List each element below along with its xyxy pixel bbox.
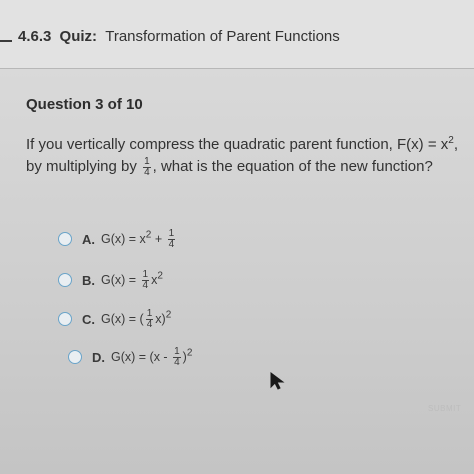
quiz-title: 4.6.3 Quiz: Transformation of Parent Fun… [18,28,340,45]
choice-expression: G(x) = x2 + 14 [101,227,176,250]
radio-b[interactable] [58,273,72,287]
choice-letter: A. [82,231,95,247]
choice-expression: G(x) = 1 4 x2 [101,268,163,291]
choice-a[interactable]: A. G(x) = x2 + 14 [58,227,177,251]
radio-c[interactable] [58,312,72,326]
radio-d[interactable] [68,350,82,364]
quiz-header-bar: 4.6.3 Quiz: Transformation of Parent Fun… [0,0,474,69]
quiz-code: 4.6.3 [18,28,52,45]
quiz-kind: Quiz: [59,28,98,45]
choice-letter: B. [82,272,95,288]
choice-letter: C. [82,311,95,327]
choice-letter: D. [92,349,105,365]
radio-a[interactable] [58,232,72,246]
choice-c[interactable]: C. G(x) = (1 4 x)2 [58,307,171,331]
choice-expression: G(x) = (x - 1 4)2 [111,345,193,368]
choice-d[interactable]: D. G(x) = (x - 1 4)2 [68,345,192,369]
menu-dash-icon[interactable] [0,40,12,42]
quiz-name: Transformation of Parent Functions [105,28,340,45]
choice-b[interactable]: B. G(x) = 1 4 x2 [58,268,163,292]
question-number: Question 3 of 10 [26,96,143,113]
submit-button[interactable]: SUBMIT [428,404,461,413]
mouse-cursor-icon [270,372,286,395]
prompt-fraction: 14 [143,155,151,178]
choice-expression: G(x) = (1 4 x)2 [101,307,172,330]
question-prompt: If you vertically compress the quadratic… [26,135,458,178]
